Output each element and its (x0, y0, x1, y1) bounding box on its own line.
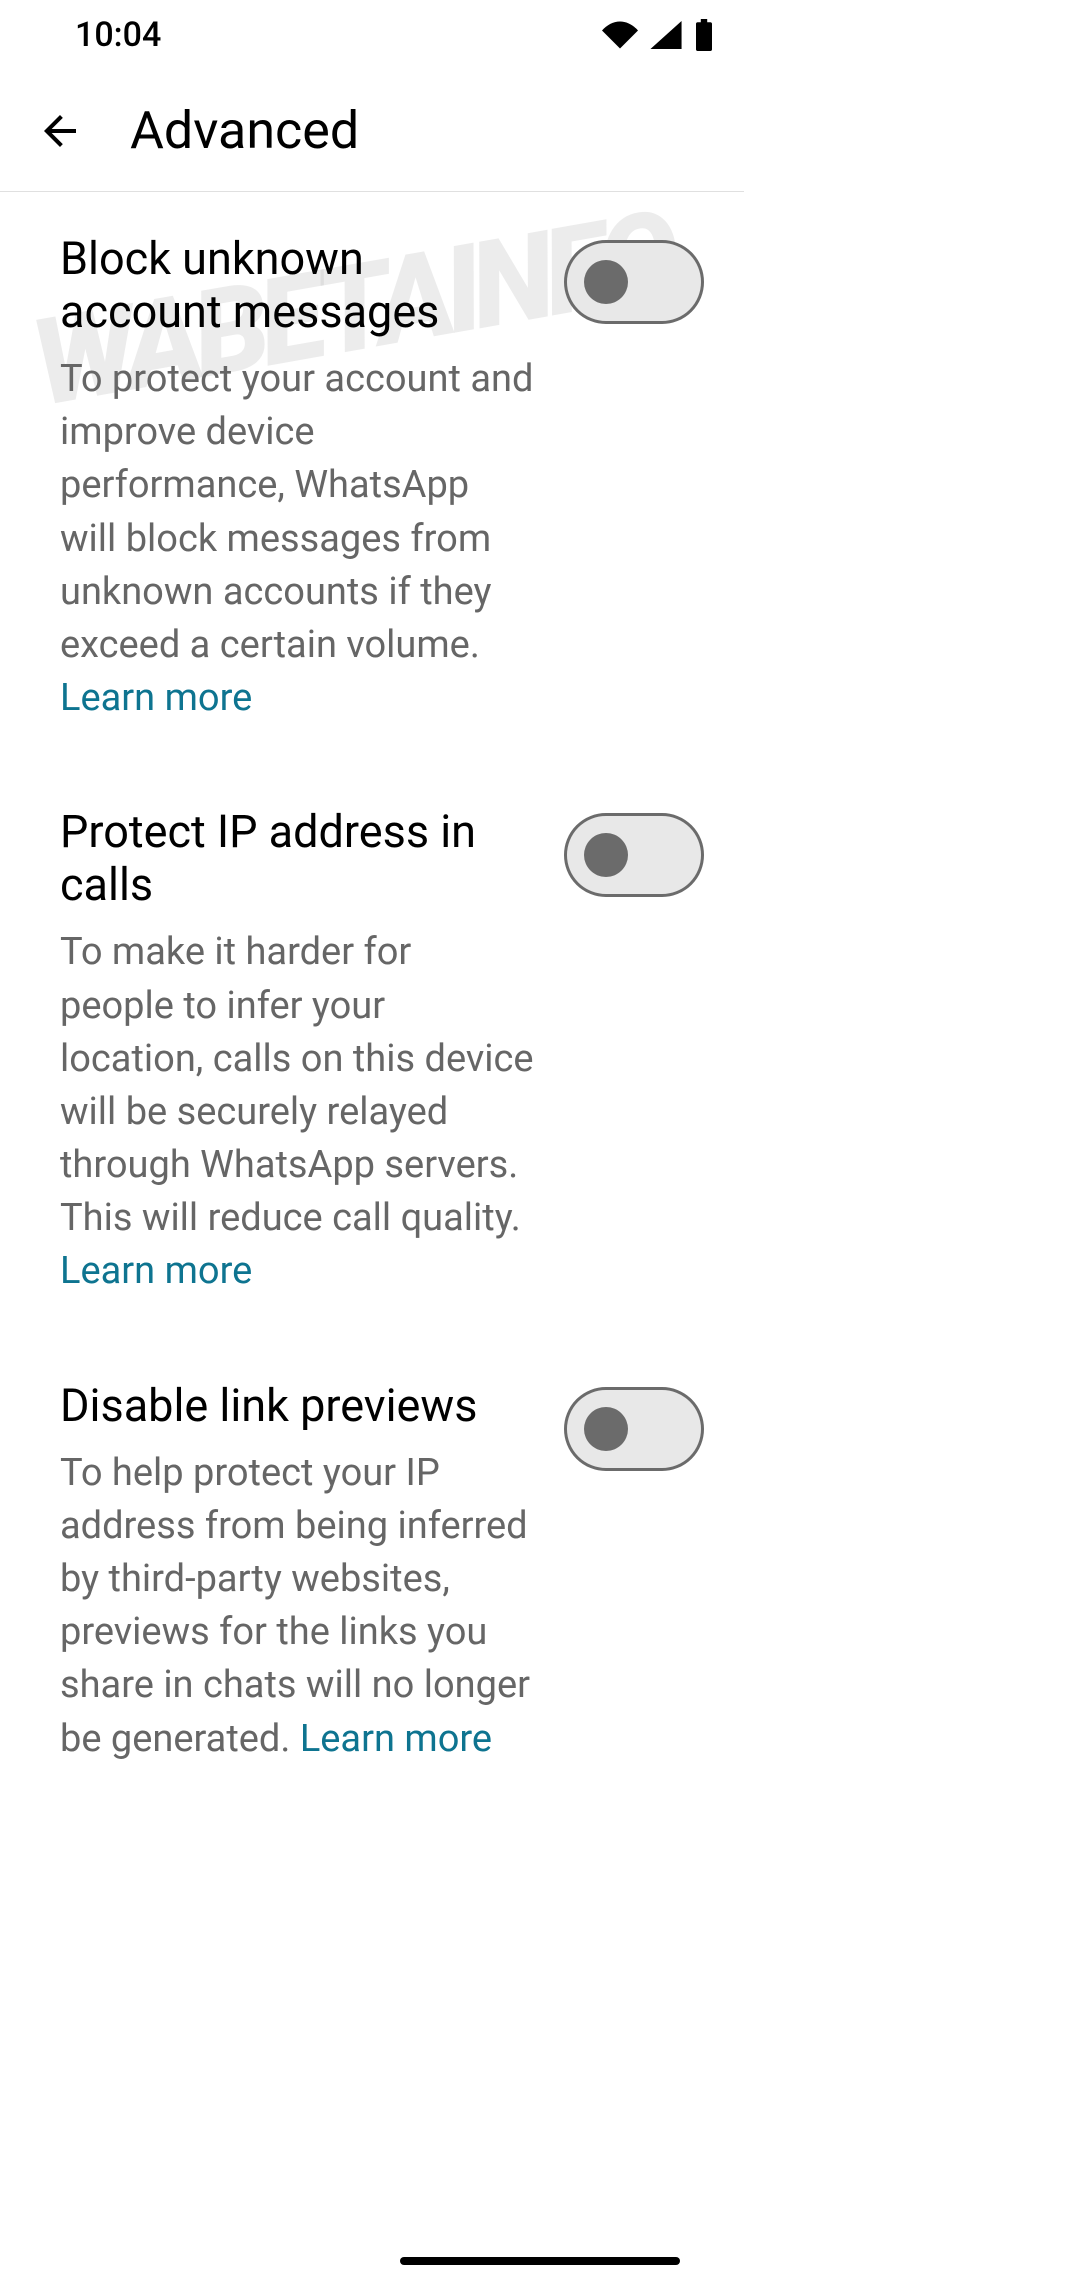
settings-list: Block unknown account messages To protec… (0, 192, 744, 1806)
toggle-block-unknown[interactable] (564, 240, 704, 324)
setting-description: To make it harder for people to infer yo… (60, 926, 534, 1298)
toggle-protect-ip[interactable] (564, 813, 704, 897)
toggle-thumb (584, 1407, 628, 1451)
learn-more-link[interactable]: Learn more (60, 1249, 252, 1293)
status-icons (602, 19, 714, 51)
battery-icon (694, 19, 714, 51)
toggle-thumb (584, 260, 628, 304)
status-time: 10:04 (75, 15, 161, 55)
status-bar: 10:04 (0, 0, 744, 70)
setting-title: Protect IP address in calls (60, 805, 534, 911)
learn-more-link[interactable]: Learn more (60, 676, 252, 720)
back-button[interactable] (30, 101, 90, 161)
signal-icon (650, 21, 682, 49)
arrow-left-icon (36, 107, 84, 155)
setting-block-unknown[interactable]: Block unknown account messages To protec… (0, 192, 744, 765)
toggle-thumb (584, 833, 628, 877)
learn-more-link[interactable]: Learn more (300, 1717, 492, 1761)
setting-title: Block unknown account messages (60, 232, 534, 338)
page-title: Advanced (130, 100, 359, 161)
wifi-icon (602, 21, 638, 49)
setting-description: To help protect your IP address from bei… (60, 1447, 534, 1766)
toggle-disable-previews[interactable] (564, 1387, 704, 1471)
setting-disable-previews[interactable]: Disable link previews To help protect yo… (0, 1339, 744, 1806)
header: Advanced (0, 70, 744, 191)
setting-protect-ip[interactable]: Protect IP address in calls To make it h… (0, 765, 744, 1338)
setting-title: Disable link previews (60, 1379, 534, 1432)
setting-description: To protect your account and improve devi… (60, 353, 534, 725)
